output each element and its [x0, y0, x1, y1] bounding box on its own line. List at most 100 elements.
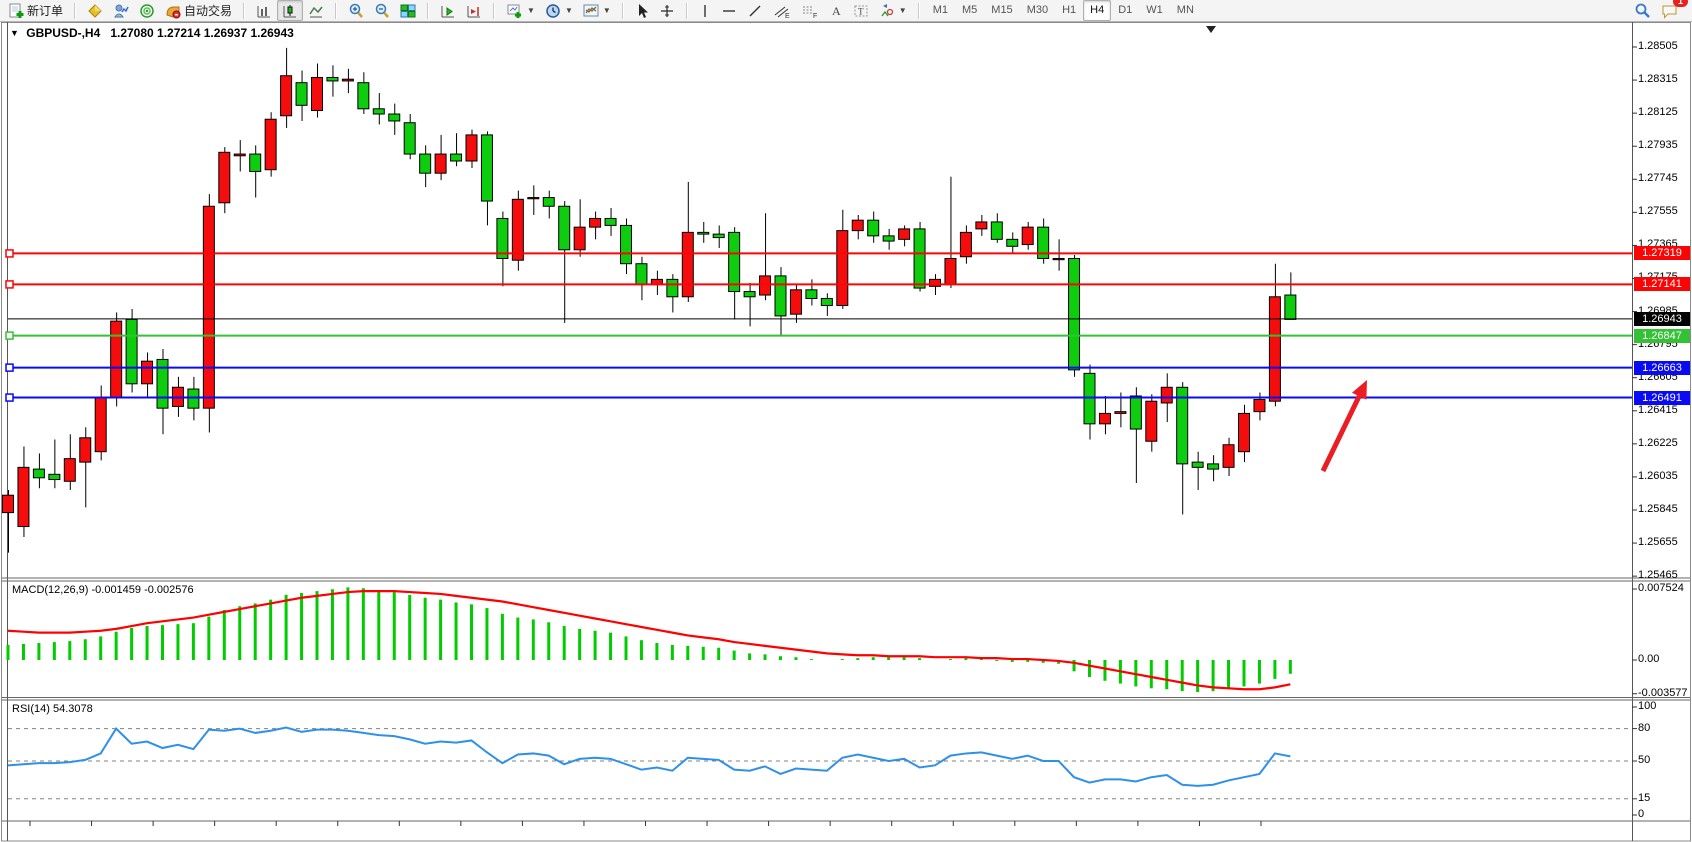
chart-dropdown-icon[interactable]: ▼	[10, 28, 19, 38]
timeframe-group: M1M5M15M30H1H4D1W1MN	[923, 0, 1204, 21]
line-chart-icon	[308, 3, 324, 19]
periods-clock-icon	[545, 3, 561, 19]
line-handle[interactable]	[6, 281, 13, 288]
timeframe-m5[interactable]: M5	[955, 0, 984, 21]
macd-tick-label: -0.003577	[1638, 687, 1688, 699]
mt4-terminal: 新订单 自动交易	[0, 0, 1692, 842]
toolbar-separator	[243, 3, 245, 19]
channel-icon: E	[773, 3, 791, 19]
vertical-line-button[interactable]	[694, 0, 716, 21]
chevron-down-icon: ▼	[565, 6, 573, 15]
toolbar-separator	[74, 3, 76, 19]
template-button[interactable]: ▼	[578, 0, 616, 21]
auto-trading-icon	[165, 3, 181, 19]
timeframe-h4[interactable]: H4	[1083, 0, 1111, 21]
timeframe-mn[interactable]: MN	[1170, 0, 1201, 21]
chevron-down-icon: ▼	[603, 6, 611, 15]
fibonacci-button[interactable]: F	[796, 0, 824, 21]
auto-trading-button[interactable]: 自动交易	[160, 0, 237, 21]
data-window-button[interactable]	[108, 0, 134, 21]
trendline-button[interactable]	[742, 0, 768, 21]
price-tick-label: 1.28315	[1638, 73, 1678, 85]
crosshair-button[interactable]	[654, 0, 680, 21]
cursor-button[interactable]	[630, 0, 654, 21]
line-chart-button[interactable]	[303, 0, 329, 21]
chart-symbol-period: GBPUSD-,H4	[26, 26, 100, 40]
data-window-icon	[113, 3, 129, 19]
rsi-tick-label: 80	[1638, 722, 1650, 734]
line-handle[interactable]	[6, 332, 13, 339]
bar-chart-icon	[256, 3, 272, 19]
chevron-down-icon: ▼	[899, 6, 907, 15]
chart-canvas[interactable]	[0, 22, 1692, 842]
macd-signal-line	[8, 591, 1290, 689]
trendline-icon	[747, 3, 763, 19]
text-button[interactable]: A	[824, 0, 848, 21]
zoom-out-icon	[374, 3, 390, 19]
tile-windows-button[interactable]	[395, 0, 421, 21]
line-handle[interactable]	[6, 250, 13, 257]
price-line-tag[interactable]: 1.26491	[1634, 391, 1690, 405]
svg-text:A: A	[832, 4, 841, 18]
candlestick-chart-icon	[282, 3, 298, 19]
toolbar-separator	[622, 3, 624, 19]
macd-tick-label: 0.007524	[1638, 582, 1684, 594]
chart-title: ▼ GBPUSD-,H4 1.27080 1.27214 1.26937 1.2…	[10, 26, 294, 40]
periods-clock-button[interactable]: ▼	[540, 0, 578, 21]
timeframe-w1[interactable]: W1	[1139, 0, 1170, 21]
price-line-tag[interactable]: 1.27141	[1634, 277, 1690, 291]
auto-scroll-icon	[440, 3, 456, 19]
market-watch-icon	[87, 3, 103, 19]
price-tick-label: 1.26225	[1638, 437, 1678, 449]
auto-scroll-button[interactable]	[435, 0, 461, 21]
zoom-out-button[interactable]	[369, 0, 395, 21]
chart-window: ▼ GBPUSD-,H4 1.27080 1.27214 1.26937 1.2…	[0, 22, 1692, 842]
candles-layer	[3, 48, 1296, 553]
price-line-tag[interactable]: 1.26847	[1634, 329, 1690, 343]
add-indicator-icon	[506, 3, 523, 19]
timeframe-m30[interactable]: M30	[1020, 0, 1055, 21]
text-icon: A	[829, 3, 843, 19]
search-button[interactable]	[1629, 0, 1656, 21]
price-line-tag[interactable]: 1.26663	[1634, 361, 1690, 375]
add-indicator-button[interactable]: ▼	[501, 0, 540, 21]
timeframe-m15[interactable]: M15	[984, 0, 1019, 21]
candlestick-chart-button[interactable]	[277, 0, 303, 21]
strategy-tester-button[interactable]	[134, 0, 160, 21]
hlines-layer	[6, 250, 1643, 401]
svg-text:F: F	[813, 13, 817, 19]
bid-price-tag: 1.26943	[1634, 312, 1690, 326]
horizontal-line-button[interactable]	[716, 0, 742, 21]
chart-ohlc-values: 1.27080 1.27214 1.26937 1.26943	[110, 26, 294, 40]
price-tick-label: 1.25655	[1638, 536, 1678, 548]
zoom-in-button[interactable]	[343, 0, 369, 21]
search-icon	[1634, 2, 1651, 19]
timeframe-h1[interactable]: H1	[1055, 0, 1083, 21]
macd-tick-label: 0.00	[1638, 653, 1659, 665]
shapes-icon	[879, 3, 895, 19]
channel-button[interactable]: E	[768, 0, 796, 21]
annotation-arrow-shaft[interactable]	[1323, 396, 1359, 471]
text-label-icon: T	[853, 3, 869, 19]
shapes-button[interactable]: ▼	[874, 0, 912, 21]
timeframe-m1[interactable]: M1	[926, 0, 955, 21]
new-order-label: 新订单	[27, 2, 63, 19]
rsi-line	[8, 728, 1290, 786]
notifications-button[interactable]: 1	[1656, 0, 1684, 21]
chart-shift-button[interactable]	[461, 0, 487, 21]
timeframe-d1[interactable]: D1	[1111, 0, 1139, 21]
price-tick-label: 1.25465	[1638, 569, 1678, 581]
new-order-button[interactable]: 新订单	[3, 0, 68, 21]
market-watch-button[interactable]	[82, 0, 108, 21]
template-chart-icon	[583, 3, 599, 19]
text-label-button[interactable]: T	[848, 0, 874, 21]
horizontal-line-icon	[721, 3, 737, 19]
price-line-tag[interactable]: 1.27319	[1634, 246, 1690, 260]
rsi-label: RSI(14) 54.3078	[12, 703, 93, 715]
vertical-line-icon	[699, 3, 711, 19]
bar-chart-button[interactable]	[251, 0, 277, 21]
toolbar-separator	[335, 3, 337, 19]
line-handle[interactable]	[6, 364, 13, 371]
fibonacci-icon: F	[801, 3, 819, 19]
line-handle[interactable]	[6, 394, 13, 401]
